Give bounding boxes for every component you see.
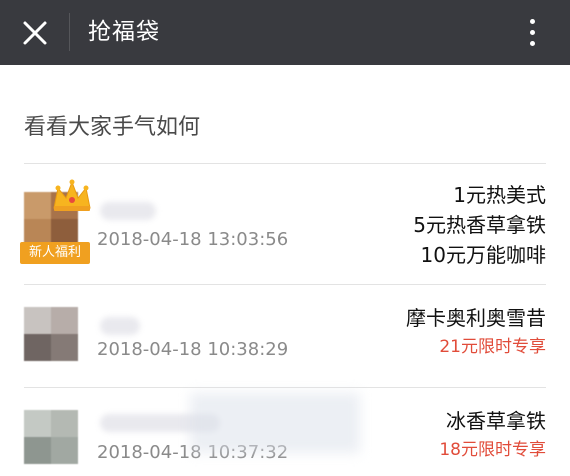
promo-price: 21元限时专享 [439, 337, 546, 357]
new-user-badge: 新人福利 [20, 242, 90, 264]
prize-item: 5元热香草拿铁 [413, 213, 546, 237]
user-name-masked [100, 317, 140, 335]
list-item[interactable]: 2018-04-18 10:38:29 摩卡奥利奥雪昔 21元限时专享 [0, 285, 570, 387]
prize-list: 冰香草拿铁 18元限时专享 [439, 406, 546, 464]
prize-item: 1元热美式 [453, 183, 546, 207]
user-name-masked [100, 202, 156, 220]
more-vertical-icon [529, 18, 535, 46]
page-title: 抢福袋 [88, 19, 160, 45]
close-icon [23, 21, 47, 45]
avatar [24, 410, 78, 464]
prize-item: 10元万能咖啡 [420, 243, 546, 267]
crown-icon [53, 179, 91, 211]
promo-price: 18元限时专享 [439, 440, 546, 460]
watermark-overlay [190, 393, 360, 453]
prize-item: 冰香草拿铁 [446, 409, 546, 433]
timestamp: 2018-04-18 10:38:29 [97, 339, 289, 360]
close-button[interactable] [14, 12, 56, 54]
section-title: 看看大家手气如何 [24, 115, 201, 140]
prize-list: 1元热美式 5元热香草拿铁 10元万能咖啡 [413, 180, 546, 270]
header-divider [69, 13, 70, 51]
header-bar: 抢福袋 [0, 0, 570, 65]
list-item[interactable]: 新人福利 2018-04-18 13:03:56 1元热美式 5元热香草拿铁 1… [0, 164, 570, 284]
prize-item: 摩卡奥利奥雪昔 [406, 306, 546, 330]
timestamp: 2018-04-18 13:03:56 [97, 229, 289, 250]
more-button[interactable] [512, 12, 552, 52]
avatar [24, 307, 78, 361]
prize-list: 摩卡奥利奥雪昔 21元限时专享 [406, 303, 546, 361]
